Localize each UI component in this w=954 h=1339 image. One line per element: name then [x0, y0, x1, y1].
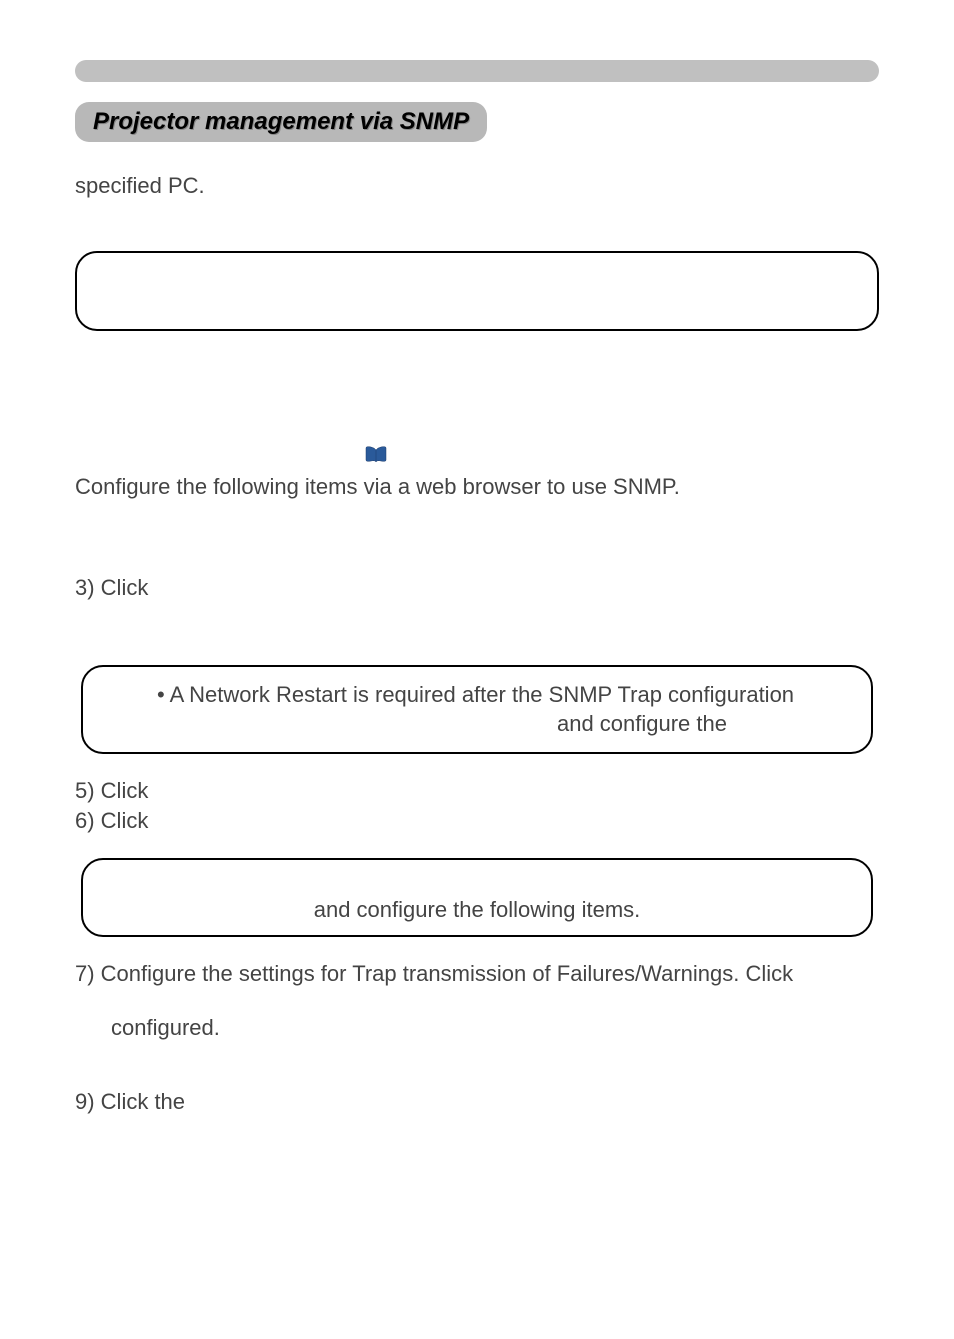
- header-bar: [75, 60, 879, 82]
- step-7: 7) Configure the settings for Trap trans…: [75, 961, 879, 987]
- note-box-restart: • A Network Restart is required after th…: [81, 665, 873, 754]
- step-3: 3) Click: [75, 575, 879, 601]
- config-text: Configure the following items via a web …: [75, 473, 879, 502]
- section-title-banner: Projector management via SNMP: [75, 102, 487, 142]
- section-title-text: Projector management via SNMP: [93, 108, 469, 135]
- step-5: 5) Click: [75, 778, 879, 804]
- intro-text: specified PC.: [75, 172, 879, 201]
- note-line-2: and configure the: [107, 710, 847, 739]
- note-configure-text: and configure the following items.: [107, 896, 847, 925]
- step-6: 6) Click: [75, 808, 879, 834]
- note-line-1: • A Network Restart is required after th…: [107, 681, 847, 710]
- config-line: [75, 441, 879, 467]
- step-9: 9) Click the: [75, 1089, 879, 1115]
- note-box-configure: and configure the following items.: [81, 858, 873, 937]
- book-icon: [365, 446, 387, 464]
- info-box-1: [75, 251, 879, 331]
- step-7b: configured.: [111, 1015, 879, 1041]
